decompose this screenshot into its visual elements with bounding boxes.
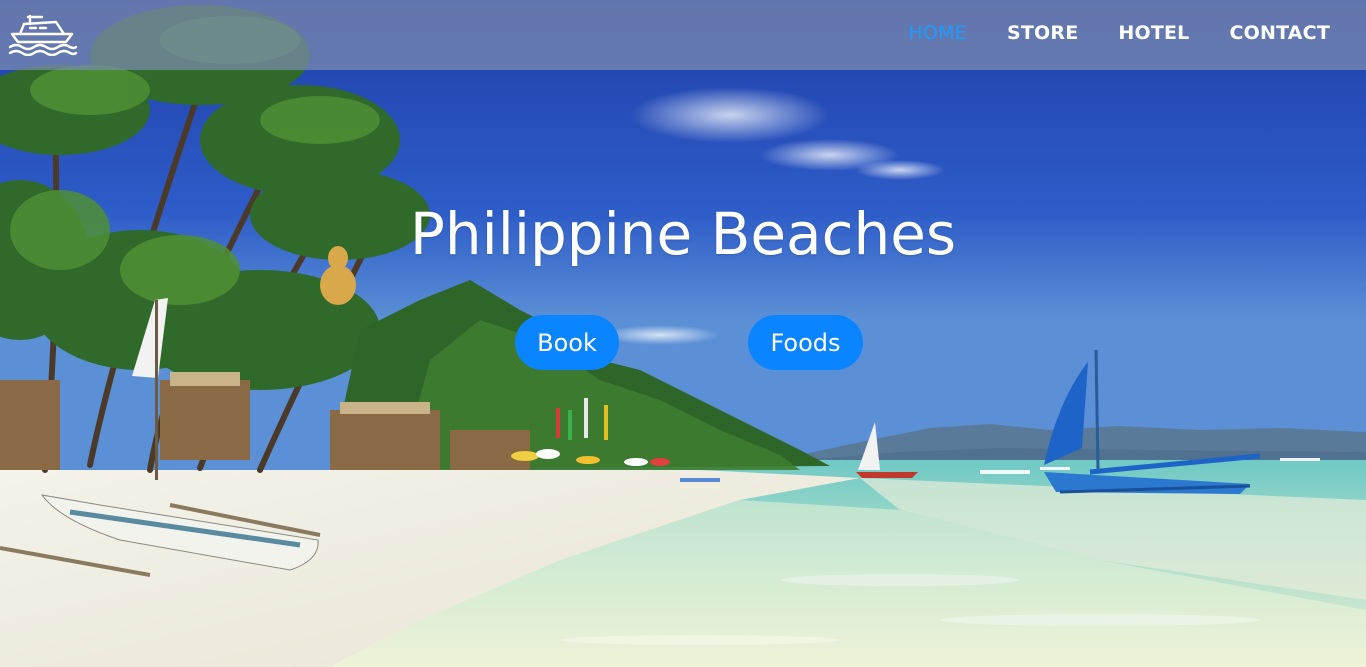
page: HOME STORE HOTEL CONTACT Philippine Beac… (0, 0, 1366, 667)
nav-links: HOME STORE HOTEL CONTACT (909, 0, 1330, 66)
hero-background-image (0, 0, 1366, 667)
book-button[interactable]: Book (515, 315, 619, 370)
nav-item-home[interactable]: HOME (909, 22, 967, 44)
nav-item-hotel[interactable]: HOTEL (1118, 22, 1189, 44)
foods-button[interactable]: Foods (748, 315, 863, 370)
boat-on-waves-icon[interactable] (6, 12, 80, 56)
hero-title: Philippine Beaches (409, 200, 957, 268)
nav-item-contact[interactable]: CONTACT (1230, 22, 1331, 44)
nav-item-store[interactable]: STORE (1007, 22, 1078, 44)
top-navbar: HOME STORE HOTEL CONTACT (0, 0, 1366, 70)
